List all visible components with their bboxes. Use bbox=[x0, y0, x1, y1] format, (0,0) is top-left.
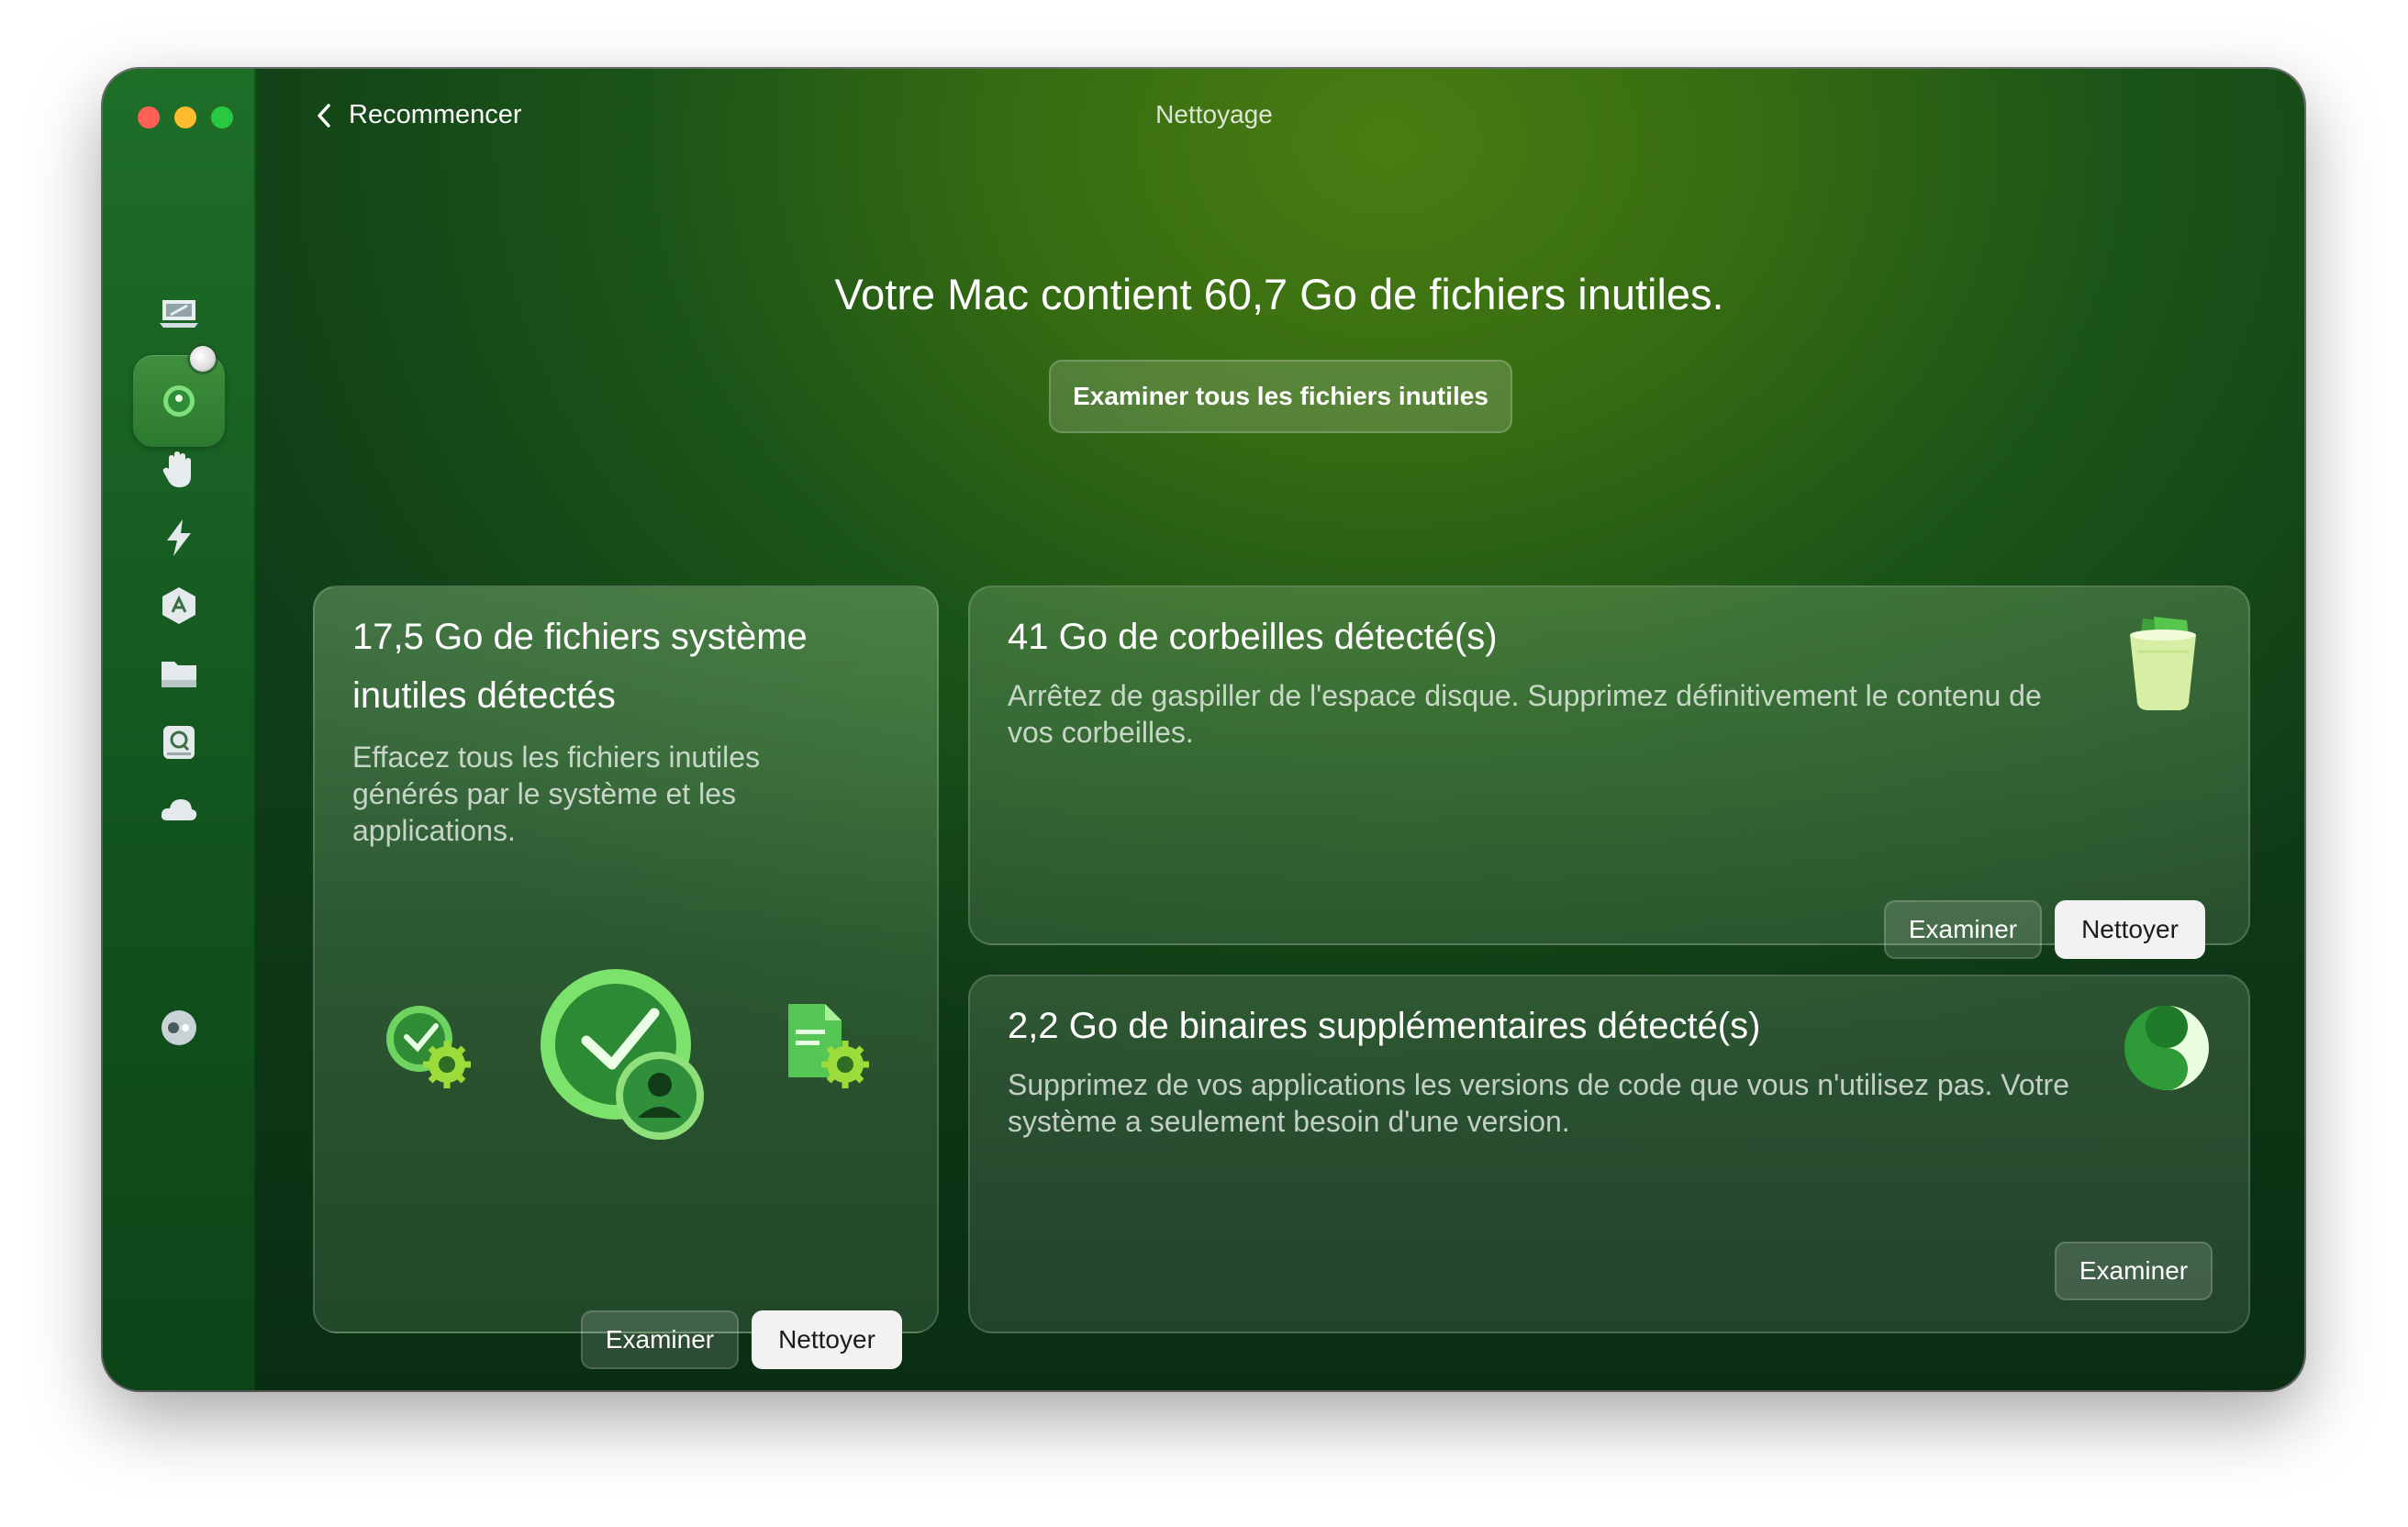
chevron-left-icon bbox=[318, 103, 330, 128]
review-binaries-button[interactable]: Examiner bbox=[2055, 1242, 2213, 1300]
card-description: Effacez tous les fichiers inutiles génér… bbox=[352, 741, 761, 847]
sidebar-item-scan[interactable] bbox=[151, 286, 206, 341]
review-all-junk-button[interactable]: Examiner tous les fichiers inutiles bbox=[1049, 360, 1512, 433]
universal-binaries-card: 2,2 Go de binaires supplémentaires détec… bbox=[968, 975, 2250, 1333]
card-title: 17,5 Go de fichiers système inutiles dét… bbox=[352, 617, 808, 716]
card-title: 41 Go de corbeilles détecté(s) bbox=[1008, 617, 1498, 657]
sidebar-item-files[interactable] bbox=[151, 646, 206, 701]
back-button[interactable]: Recommencer bbox=[314, 100, 522, 130]
clock-user-icon bbox=[541, 969, 704, 1140]
folder-icon bbox=[161, 662, 196, 687]
app-window: Recommencer Nettoyage Votre Mac contient… bbox=[103, 69, 2304, 1390]
hand-protection-icon bbox=[162, 451, 191, 487]
sidebar-item-cloud[interactable] bbox=[151, 783, 206, 838]
sidebar-assistant[interactable] bbox=[151, 1000, 206, 1055]
disk-search-icon bbox=[162, 726, 195, 759]
card-title: 2,2 Go de binaires supplémentaires détec… bbox=[1008, 1006, 1761, 1046]
lightning-icon bbox=[166, 519, 191, 556]
review-trash-button[interactable]: Examiner bbox=[1884, 900, 2042, 959]
sidebar-item-applications[interactable] bbox=[151, 578, 206, 633]
zoom-window-button[interactable] bbox=[211, 106, 233, 128]
notification-badge bbox=[190, 346, 216, 372]
card-description: Supprimez de vos applications les versio… bbox=[1008, 1068, 2069, 1138]
binaries-icon bbox=[2124, 1006, 2209, 1090]
close-window-button[interactable] bbox=[138, 106, 160, 128]
page-title: Votre Mac contient 60,7 Go de fichiers i… bbox=[834, 270, 1724, 318]
cloud-icon bbox=[161, 799, 196, 820]
sidebar-item-cleanup[interactable] bbox=[151, 373, 206, 429]
monitor-scan-icon bbox=[159, 300, 198, 328]
back-label: Recommencer bbox=[349, 100, 522, 129]
minimize-window-button[interactable] bbox=[174, 106, 196, 128]
trash-bin-icon bbox=[2130, 617, 2196, 710]
review-system-junk-button[interactable]: Examiner bbox=[581, 1310, 739, 1369]
sidebar-item-disk[interactable] bbox=[151, 715, 206, 770]
system-junk-card: 17,5 Go de fichiers système inutiles dét… bbox=[313, 585, 939, 1369]
sidebar-item-protection[interactable] bbox=[151, 442, 206, 497]
clean-trash-button[interactable]: Nettoyer bbox=[2055, 900, 2205, 959]
document-gear-icon bbox=[788, 1004, 869, 1088]
clean-system-junk-button[interactable]: Nettoyer bbox=[752, 1310, 902, 1369]
clock-gear-icon bbox=[386, 1006, 471, 1088]
applications-icon bbox=[162, 587, 195, 624]
card-description: Arrêtez de gaspiller de l'espace disque.… bbox=[1008, 679, 2042, 749]
trash-bins-card: 41 Go de corbeilles détecté(s) Arrêtez d… bbox=[968, 585, 2250, 959]
cleanup-icon bbox=[162, 385, 195, 417]
sidebar-item-performance[interactable] bbox=[151, 510, 206, 565]
sidebar bbox=[103, 69, 256, 1390]
window-title: Nettoyage bbox=[1155, 100, 1273, 128]
assistant-icon bbox=[161, 1010, 196, 1045]
